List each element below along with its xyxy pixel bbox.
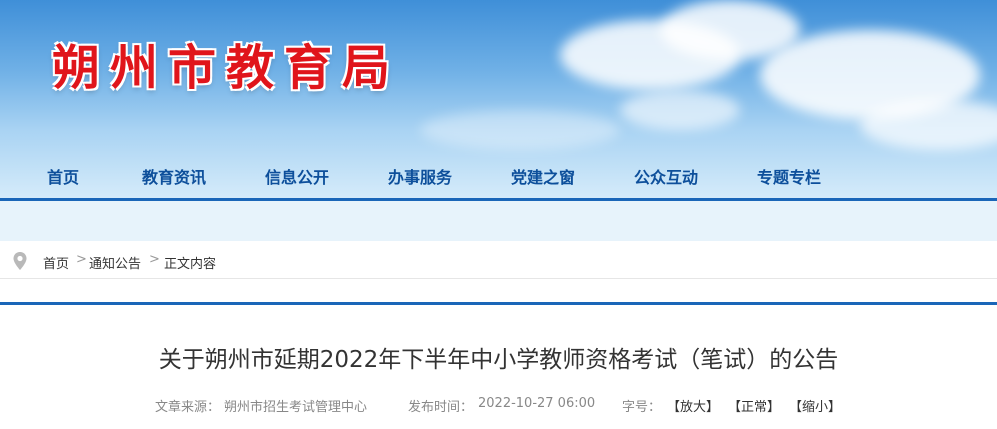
nav-item-party[interactable]: 党建之窗	[511, 164, 575, 188]
font-large-button[interactable]: 【放大】	[667, 396, 719, 415]
nav-item-disclosure[interactable]: 信息公开	[265, 164, 329, 188]
source-label: 文章来源：	[155, 400, 221, 415]
main-nav: 首页 教育资讯 信息公开 办事服务 党建之窗 公众互动 专题专栏	[0, 152, 997, 198]
nav-item-services[interactable]: 办事服务	[388, 164, 452, 188]
nav-item-interaction[interactable]: 公众互动	[634, 164, 698, 188]
cloud-decoration	[620, 90, 740, 130]
breadcrumb-current: 正文内容	[164, 257, 217, 272]
content-top-border	[0, 302, 997, 305]
breadcrumb: 首页 > 通知公告 > 正文内容	[0, 241, 997, 279]
location-pin-icon	[13, 252, 27, 270]
header-banner: 朔州市教育局 首页 教育资讯 信息公开 办事服务 党建之窗 公众互动 专题专栏	[0, 0, 997, 200]
breadcrumb-separator: >	[149, 252, 160, 267]
site-title[interactable]: 朔州市教育局	[52, 28, 400, 98]
font-small-button[interactable]: 【缩小】	[789, 396, 841, 415]
publish-time: 2022-10-27 06:00	[478, 396, 596, 411]
cloud-decoration	[860, 100, 997, 150]
publish-time-label: 发布时间：	[408, 400, 474, 415]
breadcrumb-notices[interactable]: 通知公告	[89, 253, 141, 272]
font-normal-button[interactable]: 【正常】	[728, 396, 780, 415]
nav-item-news[interactable]: 教育资讯	[142, 164, 206, 188]
light-band	[0, 201, 997, 241]
cloud-decoration	[420, 110, 620, 150]
nav-item-topics[interactable]: 专题专栏	[757, 164, 821, 188]
article-source: 朔州市招生考试管理中心	[224, 400, 368, 415]
font-size-label: 字号：	[622, 400, 662, 415]
breadcrumb-home[interactable]: 首页	[43, 253, 69, 272]
breadcrumb-separator: >	[76, 252, 87, 267]
nav-item-home[interactable]: 首页	[47, 164, 79, 188]
article-title: 关于朔州市延期2022年下半年中小学教师资格考试（笔试）的公告	[158, 347, 839, 373]
